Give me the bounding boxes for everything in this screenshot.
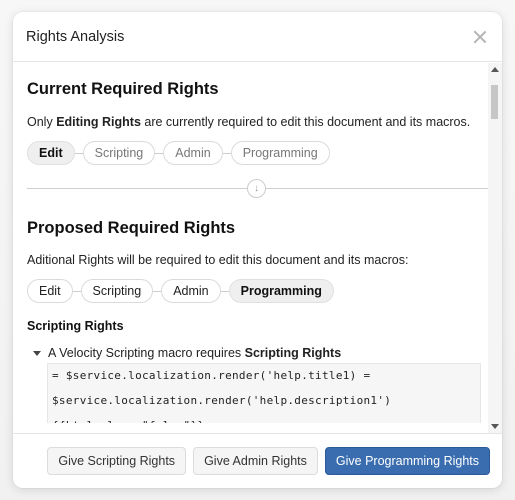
macro-code-block: = $service.localization.render('help.tit… [47,363,481,423]
current-pill-scripting: Scripting [82,141,156,165]
modal-title: Rights Analysis [26,28,125,45]
proposed-pill-admin: Admin [161,279,221,303]
give-admin-rights-button[interactable]: Give Admin Rights [193,447,318,475]
current-rights-description: Only Editing Rights are currently requir… [27,115,488,129]
scrollbar[interactable] [488,63,502,433]
scroll-down-icon[interactable] [491,424,499,429]
code-line: $service.localization.render('help.descr… [52,394,392,407]
desc-bold: Editing Rights [56,115,141,129]
give-scripting-rights-button[interactable]: Give Scripting Rights [47,447,187,475]
give-programming-rights-button[interactable]: Give Programming Rights [324,447,490,475]
modal-body[interactable]: Current Required Rights Only Editing Rig… [13,63,502,433]
scroll-thumb[interactable] [491,85,498,119]
current-pill-programming: Programming [230,141,330,165]
pill-connector [74,152,83,154]
desc-suffix: are currently required to edit this docu… [140,115,471,129]
code-line: {{html clean="false"}} [52,418,476,423]
section-divider: ↓ [27,179,488,199]
proposed-rights-description: Aditional Rights will be required to edi… [27,253,409,267]
modal-footer: Give Scripting Rights Give Admin Rights … [13,433,502,488]
pill-connector [153,290,162,292]
pill-connector [220,290,229,292]
item-bold: Scripting Rights [244,346,342,360]
proposed-rights-heading: Proposed Required Rights [27,219,236,237]
caret-down-icon[interactable] [33,350,41,356]
close-icon[interactable] [470,27,490,47]
item-prefix: A Velocity Scripting macro requires [48,346,245,360]
macro-item-text: A Velocity Scripting macro requires Scri… [48,346,341,360]
proposed-pill-edit: Edit [27,279,73,303]
current-pill-edit: Edit [27,141,75,165]
current-rights-pills: Edit Scripting Admin Programming [27,141,488,165]
rights-analysis-modal: Rights Analysis Current Required Rights … [13,12,502,488]
code-line: = $service.localization.render('help.tit… [52,369,371,382]
arrow-down-icon: ↓ [247,179,266,198]
proposed-pill-programming: Programming [228,279,334,303]
modal-header: Rights Analysis [13,12,502,62]
scroll-up-icon[interactable] [491,67,499,72]
scripting-rights-heading: Scripting Rights [27,319,124,333]
current-pill-admin: Admin [163,141,223,165]
macro-item-toggle[interactable]: A Velocity Scripting macro requires Scri… [33,346,488,360]
desc-prefix: Only [27,115,57,129]
proposed-pill-scripting: Scripting [80,279,154,303]
modal-content: Current Required Rights Only Editing Rig… [13,63,488,423]
proposed-rights-pills: Edit Scripting Admin Programming [27,279,488,303]
pill-connector [72,290,81,292]
pill-connector [155,152,164,154]
current-rights-heading: Current Required Rights [27,80,219,98]
pill-connector [222,152,231,154]
